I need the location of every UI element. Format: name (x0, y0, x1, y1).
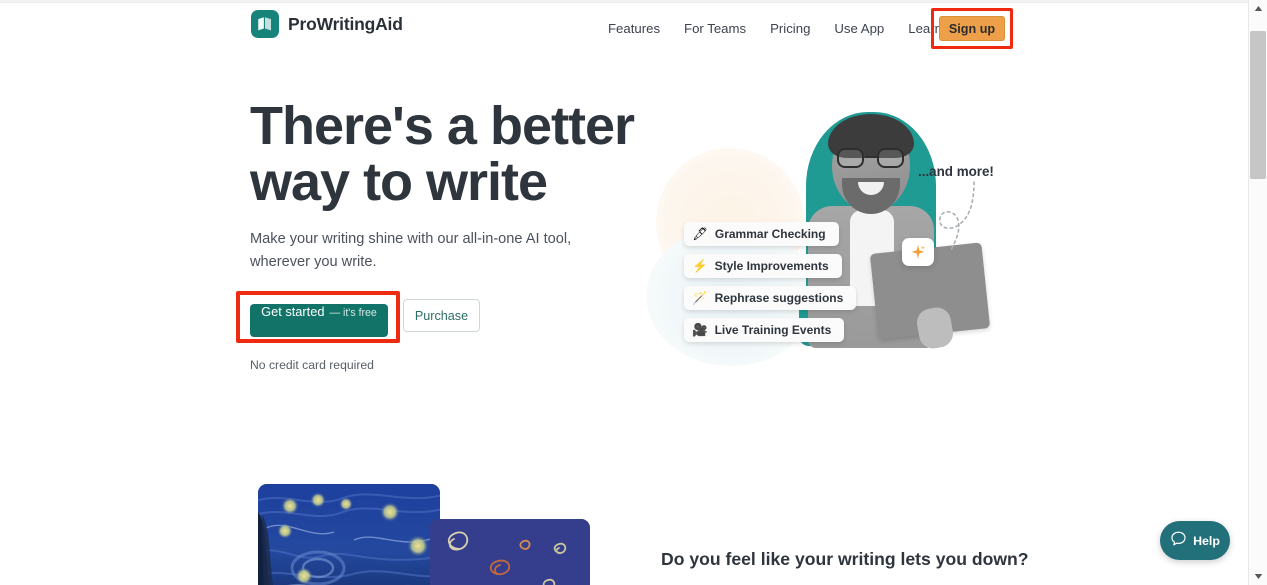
scroll-up-arrow[interactable] (1249, 0, 1267, 17)
signup-highlight-box: Sign up (931, 8, 1013, 49)
brand-name: ProWritingAid (288, 13, 403, 34)
help-button[interactable]: Help (1160, 521, 1230, 560)
vertical-scrollbar[interactable] (1248, 0, 1267, 585)
glasses-left-lens (837, 148, 864, 168)
help-label: Help (1193, 533, 1220, 548)
scrollbar-track[interactable] (1249, 17, 1267, 568)
nav-item-use-app[interactable]: Use App (822, 17, 896, 40)
glasses-right-lens (877, 148, 904, 168)
nav-item-features[interactable]: Features (596, 17, 672, 40)
feature-pill-label: Rephrase suggestions (714, 291, 844, 305)
feature-pill-live-training-events: 🎥 Live Training Events (684, 318, 845, 342)
magic-wand-icon: 🪄 (692, 290, 708, 305)
lightning-icon: ⚡ (692, 258, 708, 273)
feature-pill-label: Style Improvements (714, 259, 829, 273)
get-started-label: Get started (261, 304, 325, 319)
page-viewport: ProWritingAid Features For Teams Pricing… (0, 0, 1248, 585)
hero-subheading: Make your writing shine with our all-in-… (250, 231, 572, 270)
brand-logo[interactable]: ProWritingAid (251, 10, 403, 38)
feature-pill-rephrase-suggestions: 🪄 Rephrase suggestions (684, 286, 857, 310)
feature-pill-style-improvements: ⚡ Style Improvements (684, 254, 842, 278)
signup-button[interactable]: Sign up (939, 16, 1005, 41)
nav-item-pricing[interactable]: Pricing (758, 17, 822, 40)
get-started-suffix: — it's free (329, 307, 377, 319)
glasses-bridge (865, 156, 877, 159)
feature-pill-grammar-checking: 🖋 Grammar Checking (684, 222, 839, 246)
no-credit-card-note: No credit card required (250, 358, 374, 372)
get-started-button[interactable]: Get started — it's free (250, 304, 388, 337)
starry-night-image (258, 484, 440, 585)
chat-bubble-icon (1170, 530, 1187, 552)
scroll-down-arrow[interactable] (1249, 568, 1267, 585)
section-heading: Do you feel like your writing lets you d… (661, 549, 1029, 569)
page-title: There's a better way to write (250, 96, 635, 212)
pen-icon: 🖋 (692, 226, 708, 241)
site-header: ProWritingAid Features For Teams Pricing… (0, 4, 1248, 50)
blue-doodle-card (430, 519, 590, 585)
glasses-icon (836, 148, 906, 168)
movie-camera-icon: 🎥 (692, 322, 708, 337)
and-more-annotation: ...and more! (918, 164, 994, 179)
browser-page: ProWritingAid Features For Teams Pricing… (0, 0, 1267, 585)
feature-pill-label: Grammar Checking (714, 227, 826, 241)
book-check-icon (251, 10, 279, 38)
nav-item-for-teams[interactable]: For Teams (672, 17, 758, 40)
top-divider (0, 0, 1248, 3)
scrollbar-thumb[interactable] (1250, 31, 1266, 179)
hero-illustration: ...and more! 🖋 Grammar Checking ⚡ Style … (636, 96, 1036, 376)
purchase-button[interactable]: Purchase (403, 299, 480, 332)
feature-pill-list: 🖋 Grammar Checking ⚡ Style Improvements … (684, 222, 857, 342)
feature-pill-label: Live Training Events (714, 323, 832, 337)
dotted-arrow-icon (939, 181, 975, 251)
get-started-highlight-box: Get started — it's free (236, 291, 400, 343)
